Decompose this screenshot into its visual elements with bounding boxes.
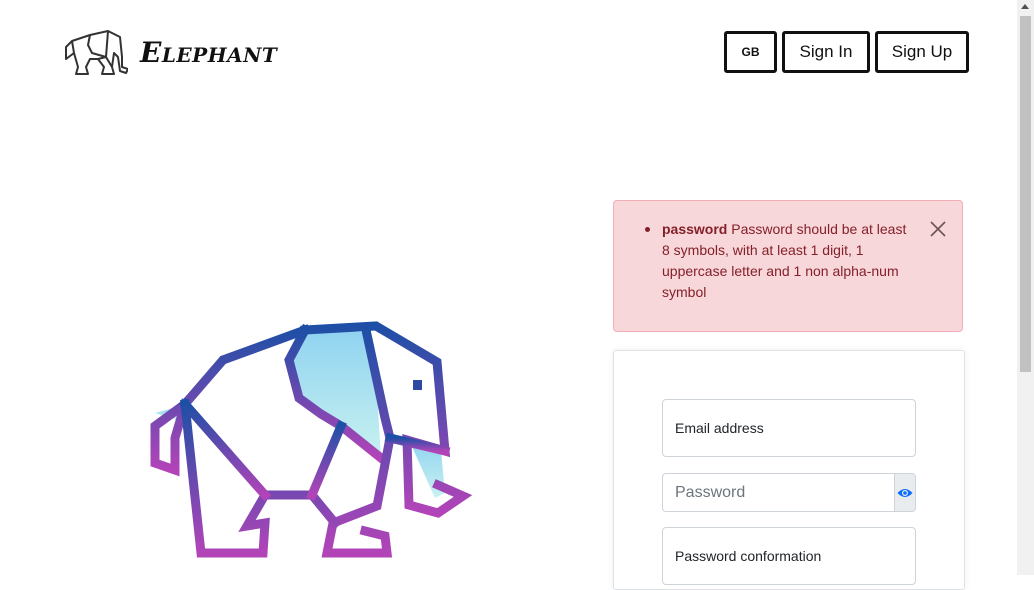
password-confirmation-field[interactable]: Password conformation [662, 527, 916, 585]
top-nav: GB Sign In Sign Up [724, 31, 969, 73]
signup-form-card: Email address Password conformation [613, 350, 965, 590]
toggle-password-button[interactable] [894, 473, 916, 512]
scroll-thumb[interactable] [1020, 16, 1031, 372]
sign-in-button[interactable]: Sign In [782, 31, 870, 73]
sign-up-button[interactable]: Sign Up [875, 31, 969, 73]
password-input[interactable] [662, 473, 894, 512]
scroll-up-icon[interactable] [1021, 4, 1029, 9]
language-button[interactable]: GB [724, 31, 777, 73]
password-confirmation-label: Password conformation [675, 548, 822, 564]
hero-illustration [145, 318, 475, 567]
error-item: password Password should be at least 8 s… [645, 219, 917, 303]
scrollbar[interactable] [1017, 0, 1034, 575]
close-icon[interactable] [928, 219, 948, 239]
error-field: password [662, 221, 728, 237]
password-group [662, 473, 916, 512]
email-field[interactable]: Email address [662, 399, 916, 457]
elephant-outline-icon [65, 30, 128, 75]
error-alert: password Password should be at least 8 s… [613, 200, 963, 332]
eye-icon [897, 488, 913, 497]
brand-name: Elephant [140, 35, 278, 69]
brand-logo[interactable]: Elephant [62, 27, 277, 77]
elephant-illustration [150, 321, 473, 558]
email-label: Email address [675, 420, 764, 436]
error-list: password Password should be at least 8 s… [645, 219, 917, 303]
